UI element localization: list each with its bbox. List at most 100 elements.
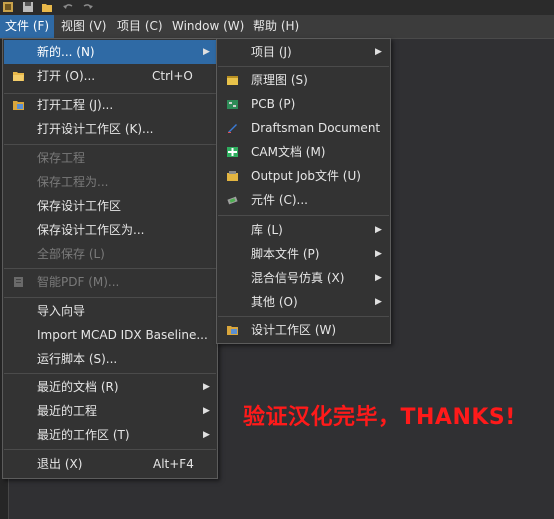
- menu-item-recent-docs[interactable]: 最近的文档 (R) ▶: [4, 375, 216, 399]
- menu-item-exit[interactable]: 退出 (X) Alt+F4: [4, 452, 216, 476]
- submenu-item-schematic[interactable]: 原理图 (S): [218, 68, 389, 92]
- menu-separator: [4, 144, 216, 145]
- redo-icon[interactable]: [82, 1, 94, 13]
- menu-item-label: 运行脚本 (S)...: [37, 352, 118, 366]
- menu-item-label: 原理图 (S): [251, 73, 308, 87]
- submenu-item-script-file[interactable]: 脚本文件 (P) ▶: [218, 242, 389, 266]
- menu-separator: [218, 215, 389, 216]
- menu-item-save-all[interactable]: 全部保存 (L): [4, 242, 216, 266]
- menu-item-label: 打开 (O)...: [37, 69, 96, 83]
- menu-project[interactable]: 项目 (C): [112, 15, 168, 38]
- menu-item-recent-workspaces[interactable]: 最近的工作区 (T) ▶: [4, 423, 216, 447]
- submenu-item-component[interactable]: 元件 (C)...: [218, 188, 389, 212]
- submenu-item-library[interactable]: 库 (L) ▶: [218, 218, 389, 242]
- menu-item-label: 保存设计工作区: [37, 199, 122, 213]
- design-workspace-icon: [227, 326, 238, 335]
- menu-window[interactable]: Window (W): [167, 15, 249, 38]
- submenu-arrow-icon: ▶: [375, 273, 382, 283]
- menu-file[interactable]: 文件 (F): [0, 15, 55, 38]
- menu-item-label: 打开设计工作区 (K)...: [37, 122, 154, 136]
- submenu-arrow-icon: ▶: [203, 406, 210, 416]
- menu-item-label: 最近的工程: [37, 404, 98, 418]
- submenu-item-draftsman[interactable]: Draftsman Document: [218, 116, 389, 140]
- output-job-icon: [227, 171, 238, 181]
- menu-item-label: 保存工程: [37, 151, 86, 165]
- menu-item-label: CAM文档 (M): [251, 145, 326, 159]
- menu-item-recent-projects[interactable]: 最近的工程 ▶: [4, 399, 216, 423]
- submenu-item-design-workspace[interactable]: 设计工作区 (W): [218, 318, 389, 342]
- menu-separator: [4, 268, 216, 269]
- menu-item-label: 脚本文件 (P): [251, 247, 320, 261]
- menu-item-label: 新的... (N): [37, 45, 95, 59]
- menu-item-save-project-as[interactable]: 保存工程为...: [4, 170, 216, 194]
- menu-separator: [4, 297, 216, 298]
- menu-item-label: Draftsman Document: [251, 121, 381, 135]
- submenu-arrow-icon: ▶: [375, 249, 382, 259]
- submenu-arrow-icon: ▶: [375, 225, 382, 235]
- menu-item-save-project[interactable]: 保存工程: [4, 146, 216, 170]
- menu-item-label: Output Job文件 (U): [251, 169, 361, 183]
- component-icon: [227, 196, 238, 205]
- app-icon: [3, 2, 13, 12]
- menu-item-save-workspace[interactable]: 保存设计工作区: [4, 194, 216, 218]
- menu-item-label: 智能PDF (M)...: [37, 275, 120, 289]
- schematic-icon: [227, 76, 238, 85]
- submenu-arrow-icon: ▶: [203, 430, 210, 440]
- submenu-item-project[interactable]: 项目 (J) ▶: [218, 40, 389, 64]
- menu-separator: [4, 449, 216, 450]
- new-submenu: 项目 (J) ▶ 原理图 (S) PCB (P) Draftsman Docum…: [216, 38, 391, 344]
- menu-item-run-script[interactable]: 运行脚本 (S)...: [4, 347, 216, 371]
- smart-pdf-icon: [14, 277, 23, 287]
- menu-view[interactable]: 视图 (V): [56, 15, 111, 38]
- undo-icon[interactable]: [62, 1, 74, 13]
- submenu-item-output-job[interactable]: Output Job文件 (U): [218, 164, 389, 188]
- menu-item-new[interactable]: 新的... (N) ▶: [4, 40, 216, 64]
- submenu-item-other[interactable]: 其他 (O) ▶: [218, 290, 389, 314]
- open-folder-icon: [13, 72, 24, 81]
- menu-item-label: 库 (L): [251, 223, 283, 237]
- menu-item-import-wizard[interactable]: 导入向导: [4, 299, 216, 323]
- menu-item-open-workspace[interactable]: 打开设计工作区 (K)...: [4, 117, 216, 141]
- cam-icon: [227, 147, 238, 157]
- menu-item-label: PCB (P): [251, 97, 296, 111]
- submenu-arrow-icon: ▶: [203, 382, 210, 392]
- menu-item-label: 最近的工作区 (T): [37, 428, 130, 442]
- menu-separator: [4, 373, 216, 374]
- menu-item-label: 混合信号仿真 (X): [251, 271, 345, 285]
- file-menu: 新的... (N) ▶ 打开 (O)... Ctrl+O 打开工程 (J)...…: [2, 38, 218, 479]
- menu-item-save-workspace-as[interactable]: 保存设计工作区为...: [4, 218, 216, 242]
- save-icon[interactable]: [22, 1, 34, 13]
- menu-separator: [218, 66, 389, 67]
- submenu-arrow-icon: ▶: [375, 297, 382, 307]
- menu-item-label: 打开工程 (J)...: [37, 98, 114, 112]
- menu-item-label: 导入向导: [37, 304, 86, 318]
- submenu-arrow-icon: ▶: [375, 47, 382, 57]
- menu-separator: [218, 316, 389, 317]
- open-project-icon: [13, 101, 24, 110]
- menu-item-label: 项目 (J): [251, 45, 292, 59]
- menu-item-shortcut: Ctrl+O: [152, 69, 193, 83]
- menu-item-label: 最近的文档 (R): [37, 380, 119, 394]
- submenu-item-mixed-signal[interactable]: 混合信号仿真 (X) ▶: [218, 266, 389, 290]
- draftsman-icon: [228, 124, 237, 133]
- menu-item-label: 元件 (C)...: [251, 193, 309, 207]
- menu-item-label: 保存工程为...: [37, 175, 109, 189]
- submenu-arrow-icon: ▶: [203, 47, 210, 57]
- menu-item-label: 其他 (O): [251, 295, 298, 309]
- menu-help[interactable]: 帮助 (H): [248, 15, 304, 38]
- menu-item-import-mcad[interactable]: Import MCAD IDX Baseline...: [4, 323, 216, 347]
- menu-item-label: 全部保存 (L): [37, 247, 105, 261]
- menu-item-smart-pdf[interactable]: 智能PDF (M)...: [4, 270, 216, 294]
- menu-item-label: 退出 (X): [37, 457, 83, 471]
- menu-item-label: 设计工作区 (W): [251, 323, 337, 337]
- menu-bar: 文件 (F) 视图 (V) 项目 (C) Window (W) 帮助 (H): [0, 15, 554, 39]
- watermark-text: 验证汉化完毕，THANKS!: [243, 405, 516, 430]
- menu-item-label: Import MCAD IDX Baseline...: [37, 328, 208, 342]
- menu-item-label: 保存设计工作区为...: [37, 223, 145, 237]
- menu-item-open[interactable]: 打开 (O)... Ctrl+O: [4, 64, 216, 88]
- open-folder-icon[interactable]: [41, 1, 53, 13]
- submenu-item-cam[interactable]: CAM文档 (M): [218, 140, 389, 164]
- pcb-icon: [227, 100, 238, 109]
- submenu-item-pcb[interactable]: PCB (P): [218, 92, 389, 116]
- menu-item-open-project[interactable]: 打开工程 (J)...: [4, 93, 216, 117]
